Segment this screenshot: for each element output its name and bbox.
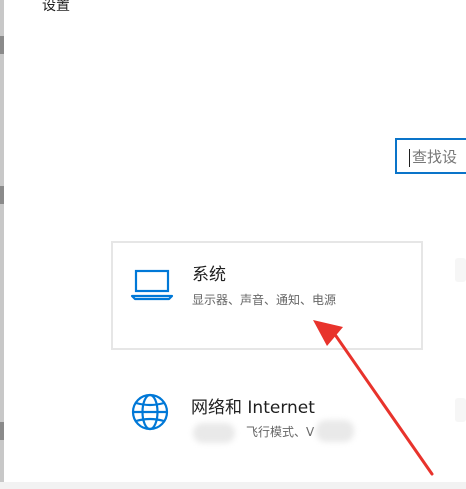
redacted-region (316, 420, 354, 442)
search-box[interactable] (395, 138, 466, 174)
globe-icon (131, 393, 169, 431)
edge-mark (0, 422, 4, 440)
settings-item-title: 网络和 Internet (191, 398, 315, 418)
settings-item-system[interactable]: 系统 显示器、声音、通知、电源 (111, 241, 423, 350)
settings-item-title: 系统 (192, 265, 226, 285)
bottom-edge (0, 482, 466, 489)
edge-mark (0, 36, 4, 54)
laptop-icon (130, 269, 174, 301)
settings-item-description: 飞行模式、V (246, 425, 315, 439)
edge-mark (0, 186, 4, 204)
settings-item-network[interactable]: 网络和 Internet 飞行模式、V (111, 370, 423, 460)
search-input[interactable] (412, 146, 466, 168)
partial-item (455, 398, 466, 422)
redacted-region (193, 423, 235, 443)
window-edge (0, 0, 4, 489)
window-title: 设置 (42, 0, 70, 14)
partial-item (455, 258, 466, 282)
text-caret (409, 149, 410, 167)
settings-item-description: 显示器、声音、通知、电源 (192, 293, 337, 307)
settings-window: 设置 系统 显示器、声音、通知、电源 网络和 Internet 飞行模式、V (0, 0, 466, 489)
